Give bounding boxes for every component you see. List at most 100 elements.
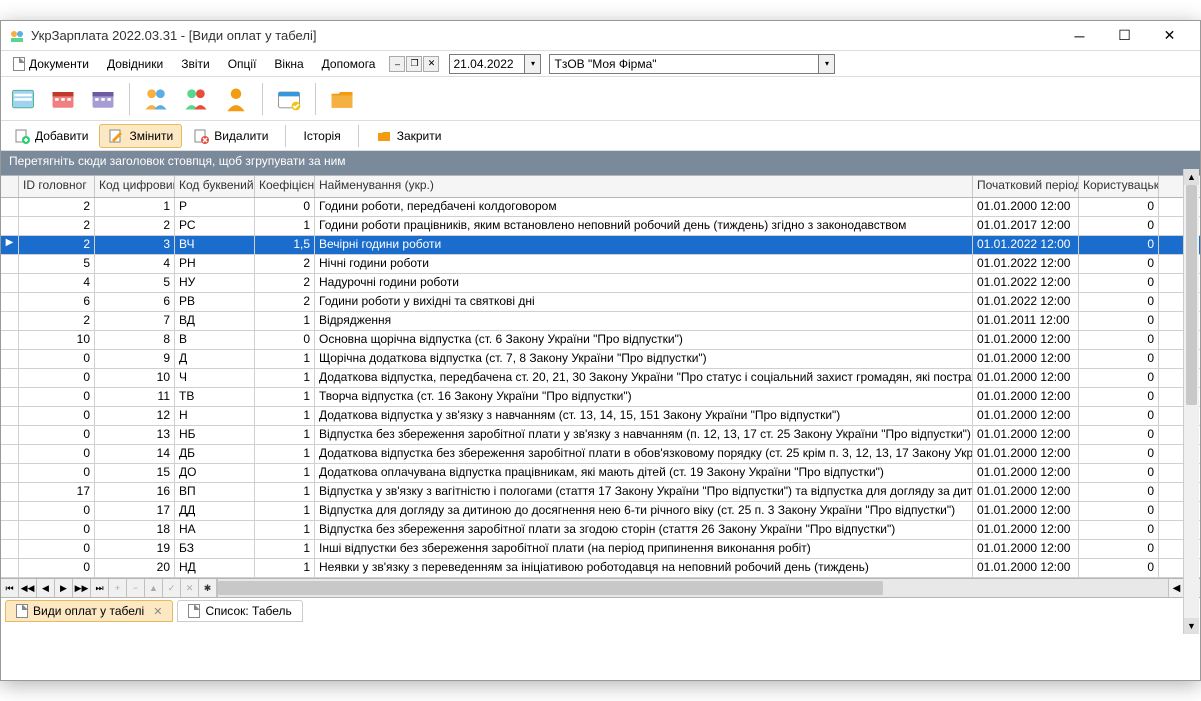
table-row[interactable]: 45НУ2Надурочні години роботи01.01.2022 1…: [1, 274, 1200, 293]
date-dropdown-icon[interactable]: ▾: [525, 54, 541, 74]
menu-directories[interactable]: Довідники: [99, 54, 171, 74]
menu-documents[interactable]: Документи: [5, 54, 97, 74]
cell-name: Вечірні години роботи: [315, 236, 973, 254]
cell-code-letter: ДБ: [175, 445, 255, 463]
firm-dropdown-icon[interactable]: ▾: [819, 54, 835, 74]
nav-prev[interactable]: ◀: [37, 579, 55, 597]
vertical-scrollbar[interactable]: ▲ ▼: [1183, 169, 1199, 634]
date-input[interactable]: [449, 54, 525, 74]
nav-insert[interactable]: +: [109, 579, 127, 597]
doc-tab-other[interactable]: Список: Табель: [177, 600, 302, 622]
cell-user: 0: [1079, 559, 1159, 577]
cell-id: 10: [19, 331, 95, 349]
table-row[interactable]: 54РН2Нічні години роботи01.01.2022 12:00…: [1, 255, 1200, 274]
col-header-id[interactable]: ID головног: [19, 176, 95, 197]
toolbar-btn-2[interactable]: [47, 83, 79, 115]
firm-combo[interactable]: ▾: [549, 54, 835, 74]
toolbar-folder[interactable]: [326, 83, 358, 115]
row-indicator: [1, 464, 19, 482]
toolbar-separator: [262, 83, 263, 115]
nav-cancel[interactable]: ✕: [181, 579, 199, 597]
edit-button[interactable]: Змінити: [99, 124, 182, 148]
nav-post[interactable]: ✓: [163, 579, 181, 597]
cell-code-letter: НА: [175, 521, 255, 539]
firm-input[interactable]: [549, 54, 819, 74]
table-row[interactable]: 014ДБ1Додаткова відпустка без збереження…: [1, 445, 1200, 464]
toolbar-calendar[interactable]: [273, 83, 305, 115]
vscroll-down[interactable]: ▼: [1184, 618, 1199, 634]
history-button[interactable]: Історія: [294, 125, 349, 147]
minimize-button[interactable]: ─: [1057, 22, 1102, 50]
cell-user: 0: [1079, 236, 1159, 254]
toolbar-btn-3[interactable]: [87, 83, 119, 115]
cell-name: Відпустка без збереження заробітної плат…: [315, 426, 973, 444]
col-header-code-letter[interactable]: Код буквений: [175, 176, 255, 197]
table-row[interactable]: 012Н1Додаткова відпустка у зв'язку з нав…: [1, 407, 1200, 426]
cell-code-letter: В: [175, 331, 255, 349]
table-row[interactable]: 09Д1Щорічна додаткова відпустка (ст. 7, …: [1, 350, 1200, 369]
nav-next[interactable]: ▶: [55, 579, 73, 597]
toolbar-btn-1[interactable]: [7, 83, 39, 115]
hscroll-left[interactable]: ◀: [1168, 579, 1184, 597]
col-header-user[interactable]: Користувацький: [1079, 176, 1159, 197]
row-indicator: [1, 407, 19, 425]
table-row[interactable]: 1716ВП1Відпустка у зв'язку з вагітністю …: [1, 483, 1200, 502]
toolbar-people-1[interactable]: [140, 83, 172, 115]
table-row[interactable]: 018НА1Відпустка без збереження заробітно…: [1, 521, 1200, 540]
table-row[interactable]: 015ДО1Додаткова оплачувана відпустка пра…: [1, 464, 1200, 483]
toolbar-person[interactable]: [220, 83, 252, 115]
vscroll-thumb[interactable]: [1186, 185, 1197, 405]
hscroll-thumb[interactable]: [218, 581, 883, 595]
tab-close-icon[interactable]: ✕: [153, 605, 162, 618]
menu-help[interactable]: Допомога: [314, 54, 384, 74]
table-row[interactable]: 010Ч1Додаткова відпустка, передбачена ст…: [1, 369, 1200, 388]
row-indicator: [1, 369, 19, 387]
cell-coef: 0: [255, 331, 315, 349]
cell-name: Щорічна додаткова відпустка (ст. 7, 8 За…: [315, 350, 973, 368]
hscroll-track[interactable]: [217, 579, 1168, 597]
col-header-coef[interactable]: Коефіцієнт: [255, 176, 315, 197]
col-header-code-num[interactable]: Код цифровий: [95, 176, 175, 197]
table-row[interactable]: 27ВД1Відрядження01.01.2011 12:000: [1, 312, 1200, 331]
nav-edit[interactable]: ▲: [145, 579, 163, 597]
row-indicator-header: [1, 176, 19, 197]
nav-delete[interactable]: −: [127, 579, 145, 597]
close-button[interactable]: ✕: [1147, 22, 1192, 50]
document-tabs: Види оплат у табелі ✕ Список: Табель: [1, 598, 1200, 624]
cell-user: 0: [1079, 312, 1159, 330]
table-row[interactable]: 66РВ2Години роботи у вихідні та святкові…: [1, 293, 1200, 312]
table-row[interactable]: 013НБ1Відпустка без збереження заробітно…: [1, 426, 1200, 445]
menu-windows[interactable]: Вікна: [266, 54, 311, 74]
mdi-restore[interactable]: ❐: [406, 56, 422, 72]
menu-options[interactable]: Опції: [220, 54, 265, 74]
add-button[interactable]: Добавити: [5, 124, 97, 148]
nav-last[interactable]: ⏭: [91, 579, 109, 597]
delete-button[interactable]: Видалити: [184, 124, 277, 148]
maximize-button[interactable]: ☐: [1102, 22, 1147, 50]
table-row[interactable]: 22РС1Години роботи працівників, яким вст…: [1, 217, 1200, 236]
table-row[interactable]: 21Р0Години роботи, передбачені колдогово…: [1, 198, 1200, 217]
nav-filter[interactable]: ✱: [199, 579, 217, 597]
cell-coef: 2: [255, 293, 315, 311]
doc-tab-active[interactable]: Види оплат у табелі ✕: [5, 600, 173, 622]
nav-first[interactable]: ⏮: [1, 579, 19, 597]
close-doc-button[interactable]: Закрити: [367, 124, 451, 148]
mdi-minimize[interactable]: –: [389, 56, 405, 72]
table-row[interactable]: ▶23ВЧ1,5Вечірні години роботи01.01.2022 …: [1, 236, 1200, 255]
col-header-name[interactable]: Найменування (укр.): [315, 176, 973, 197]
date-picker[interactable]: ▾: [449, 54, 541, 74]
table-row[interactable]: 108В0Основна щорічна відпустка (ст. 6 За…: [1, 331, 1200, 350]
mdi-close[interactable]: ✕: [423, 56, 439, 72]
edit-label: Змінити: [129, 129, 173, 143]
table-row[interactable]: 019БЗ1Інші відпустки без збереження заро…: [1, 540, 1200, 559]
col-header-date[interactable]: Початковий період: [973, 176, 1079, 197]
nav-prev-page[interactable]: ◀◀: [19, 579, 37, 597]
group-panel[interactable]: Перетягніть сюди заголовок стовпця, щоб …: [1, 151, 1200, 175]
table-row[interactable]: 020НД1Неявки у зв'язку з переведенням за…: [1, 559, 1200, 578]
table-row[interactable]: 017ДД1Відпустка для догляду за дитиною д…: [1, 502, 1200, 521]
table-row[interactable]: 011ТВ1Творча відпустка (ст. 16 Закону Ук…: [1, 388, 1200, 407]
nav-next-page[interactable]: ▶▶: [73, 579, 91, 597]
menu-reports[interactable]: Звіти: [173, 54, 218, 74]
toolbar-people-2[interactable]: [180, 83, 212, 115]
vscroll-up[interactable]: ▲: [1184, 169, 1199, 185]
